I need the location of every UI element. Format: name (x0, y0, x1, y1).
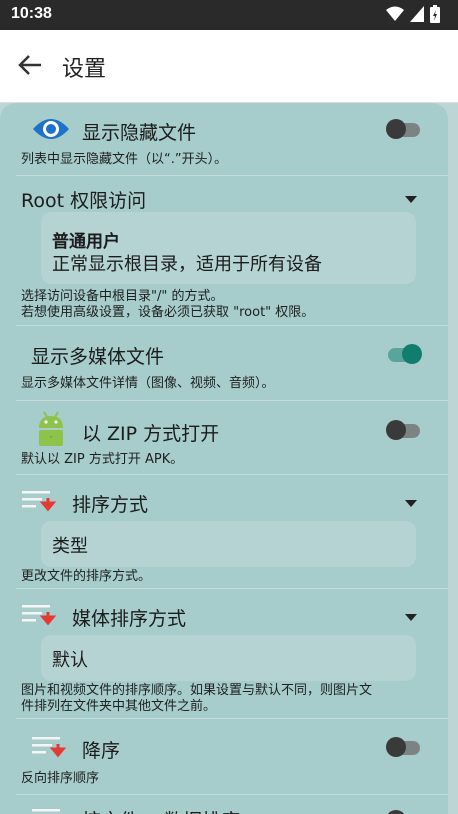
setting-sort-mode[interactable]: 排序方式 类型 更改文件的排序方式。 (0, 475, 448, 587)
chevron-down-icon[interactable] (405, 614, 417, 621)
page-title: 设置 (62, 57, 107, 82)
show-media-desc: 显示多媒体文件详情（图像、视频、音频）。 (21, 376, 275, 391)
chevron-down-icon[interactable] (405, 196, 417, 203)
show-hidden-desc: 列表中显示隐藏文件（以“.”开头）。 (21, 152, 228, 167)
show-hidden-toggle[interactable] (386, 119, 420, 139)
settings-list: 显示隐藏文件 列表中显示隐藏文件（以“.”开头）。 Root 权限访问 普通用户… (0, 103, 448, 814)
setting-root-access[interactable]: Root 权限访问 普通用户 正常显示根目录，适用于所有设备 选择访问设备中根目… (0, 176, 448, 324)
show-media-label: 显示多媒体文件 (31, 346, 165, 368)
sort-mode-value: 类型 (52, 536, 88, 557)
eye-icon (33, 119, 69, 139)
sort-icon (22, 605, 56, 626)
setting-show-hidden[interactable]: 显示隐藏文件 列表中显示隐藏文件（以“.”开头）。 (0, 103, 448, 175)
root-access-label: Root 权限访问 (21, 190, 147, 212)
cell-signal-icon (410, 6, 424, 22)
chevron-down-icon[interactable] (405, 500, 417, 507)
media-sort-desc-1: 图片和视频文件的排序顺序。如果设置与默认不同，则图片文 (21, 683, 373, 698)
root-access-selected-title: 普通用户 (52, 232, 120, 252)
descending-desc: 反向排序顺序 (21, 771, 100, 786)
status-bar: 10:38 (0, 0, 458, 30)
setting-zip-open[interactable]: 以 ZIP 方式打开 默认以 ZIP 方式打开 APK。 (0, 401, 448, 473)
wifi-icon (386, 6, 404, 21)
setting-partial-next[interactable]: 按文件… 数据排序 (0, 795, 448, 814)
zip-open-toggle[interactable] (386, 420, 420, 440)
descending-toggle[interactable] (386, 737, 420, 757)
root-access-desc-1: 选择访问设备中根目录"/" 的方式。 (21, 289, 224, 304)
setting-show-media[interactable]: 显示多媒体文件 显示多媒体文件详情（图像、视频、音频）。 (0, 326, 448, 399)
partial-next-label: 按文件… 数据排序 (82, 806, 240, 814)
root-access-select[interactable]: 普通用户 正常显示根目录，适用于所有设备 (41, 212, 416, 284)
zip-open-desc: 默认以 ZIP 方式打开 APK。 (21, 452, 184, 467)
app-bar: 设置 (0, 30, 458, 103)
sort-mode-select[interactable]: 类型 (41, 521, 416, 567)
media-sort-value: 默认 (52, 650, 88, 671)
setting-media-sort[interactable]: 媒体排序方式 默认 图片和视频文件的排序顺序。如果设置与默认不同，则图片文 件排… (0, 589, 448, 717)
show-hidden-label: 显示隐藏文件 (82, 122, 197, 144)
sort-icon (32, 737, 66, 758)
sort-mode-label: 排序方式 (72, 494, 149, 516)
media-sort-desc-2: 件排列在文件夹中其他文件之前。 (21, 699, 217, 714)
setting-descending[interactable]: 降序 反向排序顺序 (0, 719, 448, 793)
sort-icon (32, 809, 60, 812)
show-media-toggle[interactable] (388, 344, 422, 364)
sort-icon (22, 491, 56, 512)
status-time: 10:38 (11, 5, 52, 22)
media-sort-select[interactable]: 默认 (41, 635, 416, 681)
descending-label: 降序 (82, 740, 121, 762)
root-access-desc-2: 若想使用高级设置，设备必须已获取 "root" 权限。 (21, 305, 315, 320)
battery-icon (430, 5, 440, 23)
media-sort-label: 媒体排序方式 (72, 608, 187, 630)
sort-mode-desc: 更改文件的排序方式。 (21, 569, 152, 584)
android-icon (39, 411, 63, 446)
root-access-selected-desc: 正常显示根目录，适用于所有设备 (52, 254, 322, 275)
zip-open-label: 以 ZIP 方式打开 (82, 423, 220, 445)
back-arrow-icon[interactable] (17, 52, 43, 78)
